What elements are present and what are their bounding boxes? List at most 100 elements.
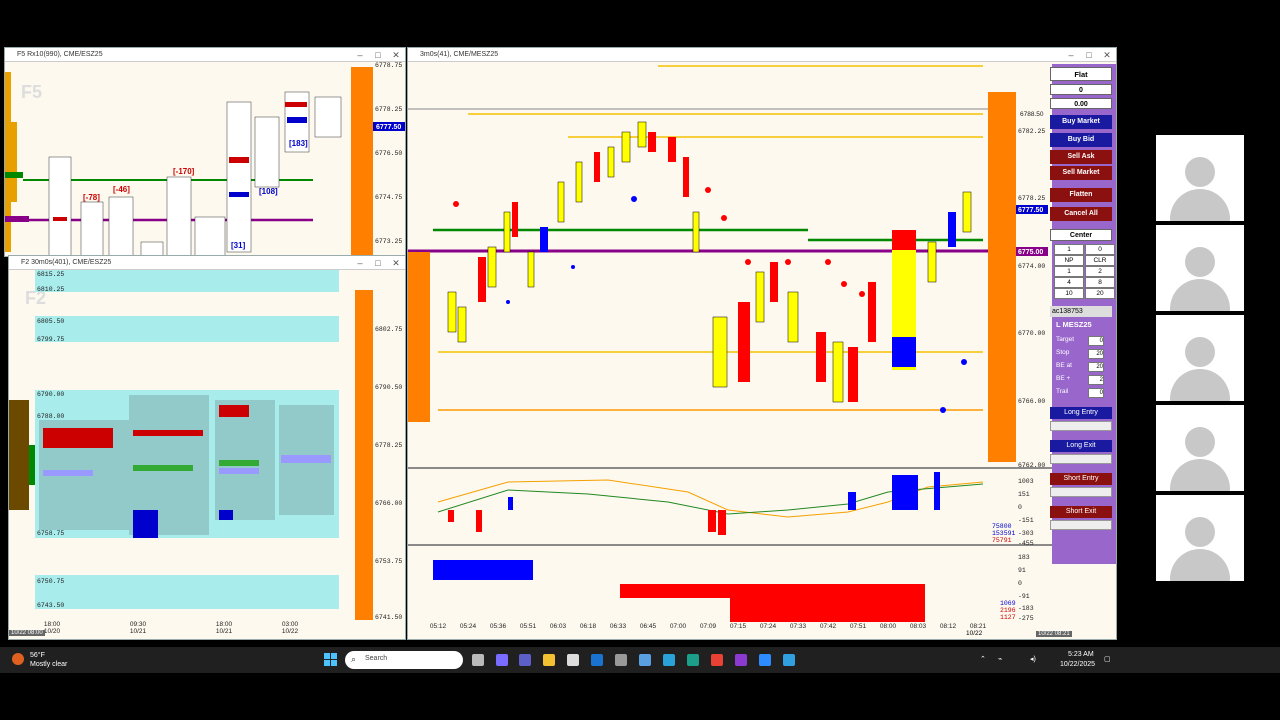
avatar	[1185, 247, 1215, 277]
account-select[interactable]: ac138753	[1050, 306, 1112, 317]
avatar	[1170, 549, 1230, 581]
visual-studio-icon[interactable]	[735, 654, 747, 666]
qty-grid-cell[interactable]: CLR	[1085, 255, 1115, 266]
price-chart[interactable]: 6777.50 6775.00 6788.50	[408, 62, 1053, 627]
long-entry-button[interactable]: Long Entry	[1050, 407, 1112, 419]
short-entry-dropdown[interactable]	[1050, 487, 1112, 497]
f2-y-label: 6778.25	[375, 442, 403, 449]
minimize-icon[interactable]: –	[1062, 48, 1080, 62]
qty-grid-cell[interactable]: 0	[1085, 244, 1115, 255]
participant-video	[1156, 225, 1244, 311]
file-explorer-icon[interactable]	[543, 654, 555, 666]
short-exit-dropdown[interactable]	[1050, 520, 1112, 530]
qty-grid-cell[interactable]: 4	[1054, 277, 1084, 288]
flatten-button[interactable]: Flatten	[1050, 188, 1112, 202]
f2-window[interactable]: F2 30m0s(401), CME/ESZ25 – □ ✕ F2 6815.2…	[8, 255, 406, 640]
maximize-icon[interactable]: □	[1080, 48, 1098, 62]
cancel-all-button[interactable]: Cancel All	[1050, 207, 1112, 221]
center-button[interactable]: Center	[1050, 229, 1112, 241]
weather-temp[interactable]: 56°F	[30, 652, 45, 659]
ind2-y-label: -183	[1018, 605, 1034, 612]
f5-delta: [-78]	[83, 193, 100, 202]
f2-chart[interactable]	[9, 270, 406, 626]
main-x-date: 10/22	[966, 630, 983, 637]
f5-delta: [-170]	[173, 167, 195, 176]
order-field-input[interactable]: 20	[1088, 362, 1104, 372]
main-x-label: 06:33	[609, 623, 627, 630]
zoom-icon[interactable]	[759, 654, 771, 666]
participant-video	[1156, 315, 1244, 401]
copilot-icon[interactable]	[496, 654, 508, 666]
avatar	[1170, 369, 1230, 401]
f2-x-time: 18:00	[215, 621, 233, 628]
chrome-icon[interactable]	[711, 654, 723, 666]
store-icon[interactable]	[567, 654, 579, 666]
clock-time[interactable]: 5:23 AM	[1068, 651, 1094, 658]
teams-icon[interactable]	[519, 654, 531, 666]
close-icon[interactable]: ✕	[387, 256, 405, 270]
f2-y-label: 6766.00	[375, 500, 403, 507]
f2-x-date: 10/21	[129, 628, 147, 635]
settings-icon[interactable]	[615, 654, 627, 666]
close-icon[interactable]: ✕	[1098, 48, 1116, 62]
short-entry-button[interactable]: Short Entry	[1050, 473, 1112, 485]
maximize-icon[interactable]: □	[369, 256, 387, 270]
minimize-icon[interactable]: –	[351, 256, 369, 270]
long-exit-button[interactable]: Long Exit	[1050, 440, 1112, 452]
main-titlebar[interactable]: 3m0s(41), CME/MESZ25	[408, 48, 1116, 62]
f2-title: F2 30m0s(401), CME/ESZ25	[21, 259, 112, 266]
long-exit-dropdown[interactable]	[1050, 454, 1112, 464]
app-icon[interactable]	[663, 654, 675, 666]
main-x-label: 07:00	[669, 623, 687, 630]
f2-x-label: 09:30 10/21	[125, 621, 151, 635]
start-icon[interactable]	[324, 653, 338, 667]
photos-icon[interactable]	[639, 654, 651, 666]
close-icon[interactable]: ✕	[387, 48, 405, 62]
qty-grid-cell[interactable]: 10	[1054, 288, 1084, 299]
f5-window[interactable]: F5 Rx10(990), CME/ESZ25 – □ ✕ F5 6777.50…	[4, 47, 406, 257]
f5-chart[interactable]: 6777.50 [-170] [-78] [-46] [31] [108] [1…	[5, 62, 406, 257]
maximize-icon[interactable]: □	[369, 48, 387, 62]
notification-icon[interactable]: ▢	[1104, 655, 1111, 663]
f2-x-time: 03:00	[281, 621, 299, 628]
qty-grid-cell[interactable]: 1	[1054, 244, 1084, 255]
main-chart-window[interactable]: 3m0s(41), CME/MESZ25 – □ ✕ 6777.50 6775.…	[407, 47, 1117, 640]
order-field-input[interactable]: 0	[1088, 336, 1104, 346]
chart-app-icon[interactable]	[783, 654, 795, 666]
order-field-label: BE +	[1056, 375, 1071, 382]
f5-titlebar[interactable]: F5 Rx10(990), CME/ESZ25	[5, 48, 405, 62]
short-exit-button[interactable]: Short Exit	[1050, 506, 1112, 518]
sell-market-button[interactable]: Sell Market	[1050, 166, 1112, 180]
qty-grid-cell[interactable]: NP	[1054, 255, 1084, 266]
qty-grid-cell[interactable]: 1	[1054, 266, 1084, 277]
qty-grid-cell[interactable]: 20	[1085, 288, 1115, 299]
order-field-input[interactable]: 20	[1088, 349, 1104, 359]
order-field-input[interactable]: 0	[1088, 388, 1104, 398]
main-x-label: 05:36	[489, 623, 507, 630]
order-field-input[interactable]: 2	[1088, 375, 1104, 385]
sell-ask-button[interactable]: Sell Ask	[1050, 150, 1112, 164]
ind2-value: 1127	[1000, 614, 1016, 621]
buy-bid-button[interactable]: Buy Bid	[1050, 133, 1112, 147]
qty-grid-cell[interactable]: 8	[1085, 277, 1115, 288]
long-entry-dropdown[interactable]	[1050, 421, 1112, 431]
f2-titlebar[interactable]: F2 30m0s(401), CME/ESZ25	[9, 256, 405, 270]
search-box[interactable]: ⌕ Search	[345, 651, 463, 669]
ind1-value: 75791	[992, 537, 1012, 544]
qty-grid-cell[interactable]: 2	[1085, 266, 1115, 277]
weather-desc[interactable]: Mostly clear	[30, 661, 67, 668]
f2-level: 6810.25	[37, 286, 65, 293]
clock-date[interactable]: 10/22/2025	[1060, 661, 1095, 668]
order-field-label: Stop	[1056, 349, 1070, 356]
volume-icon[interactable]: ◂)	[1030, 655, 1036, 663]
tray-chevron-icon[interactable]: ⌃	[980, 655, 986, 663]
buy-market-button[interactable]: Buy Market	[1050, 115, 1112, 129]
minimize-icon[interactable]: –	[351, 48, 369, 62]
outlook-icon[interactable]	[591, 654, 603, 666]
main-y-label: 6766.00	[1018, 398, 1046, 405]
main-x-label: 05:12	[429, 623, 447, 630]
task-view-icon[interactable]	[472, 654, 484, 666]
network-icon[interactable]: ⌁	[998, 655, 1002, 663]
weather-icon[interactable]	[12, 653, 24, 665]
edge-icon[interactable]	[687, 654, 699, 666]
